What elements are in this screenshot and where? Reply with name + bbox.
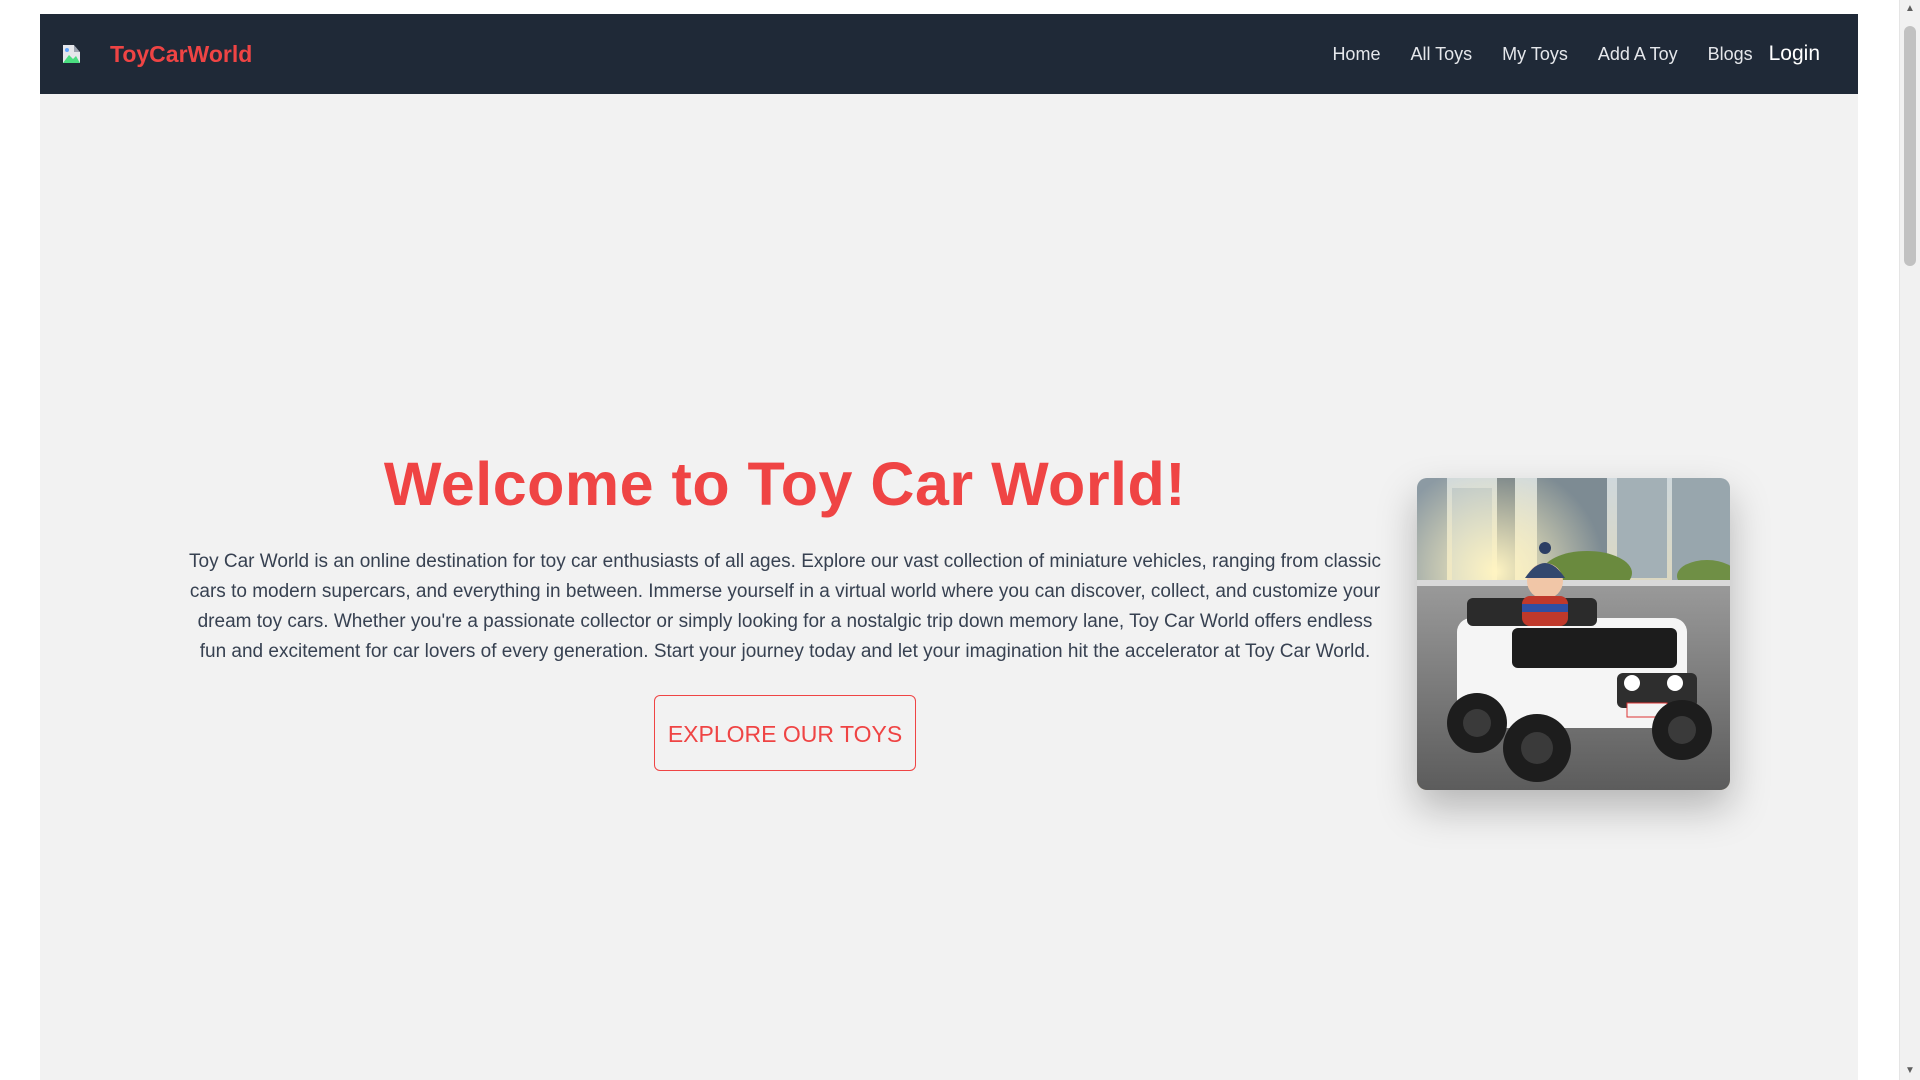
broken-image-icon: [60, 41, 86, 67]
login-link[interactable]: Login: [1769, 42, 1820, 66]
hero-description: Toy Car World is an online destination f…: [189, 551, 1381, 662]
nav-menu: Home All Toys My Toys Add A Toy Blogs Lo…: [1302, 14, 1820, 94]
vertical-scrollbar[interactable]: ▲ ▼: [1899, 0, 1920, 1080]
top-navbar: ToyCarWorld Home All Toys My Toys Add A …: [40, 14, 1858, 94]
browser-viewport: ToyCarWorld Home All Toys My Toys Add A …: [0, 0, 1920, 1080]
scroll-up-arrow-icon[interactable]: ▲: [1900, 0, 1920, 18]
nav-link-home[interactable]: Home: [1332, 44, 1380, 65]
scrollbar-thumb[interactable]: [1904, 26, 1916, 266]
page-container: ToyCarWorld Home All Toys My Toys Add A …: [40, 14, 1858, 1080]
explore-toys-button[interactable]: EXPLORE OUR TOYS: [654, 695, 916, 771]
hero-title: Welcome to Toy Car World!: [383, 450, 1187, 518]
nav-link-my-toys[interactable]: My Toys: [1502, 44, 1568, 65]
nav-link-add-a-toy[interactable]: Add A Toy: [1598, 44, 1678, 65]
nav-link-blogs[interactable]: Blogs: [1708, 44, 1753, 65]
hero-section: Welcome to Toy Car World! Toy Car World …: [185, 454, 1385, 771]
brand-link[interactable]: ToyCarWorld: [60, 41, 252, 68]
kid-ride-on-jeep-image: [1417, 478, 1730, 790]
nav-link-all-toys[interactable]: All Toys: [1410, 44, 1472, 65]
brand-name: ToyCarWorld: [110, 40, 253, 67]
scroll-down-arrow-icon[interactable]: ▼: [1900, 1062, 1920, 1080]
